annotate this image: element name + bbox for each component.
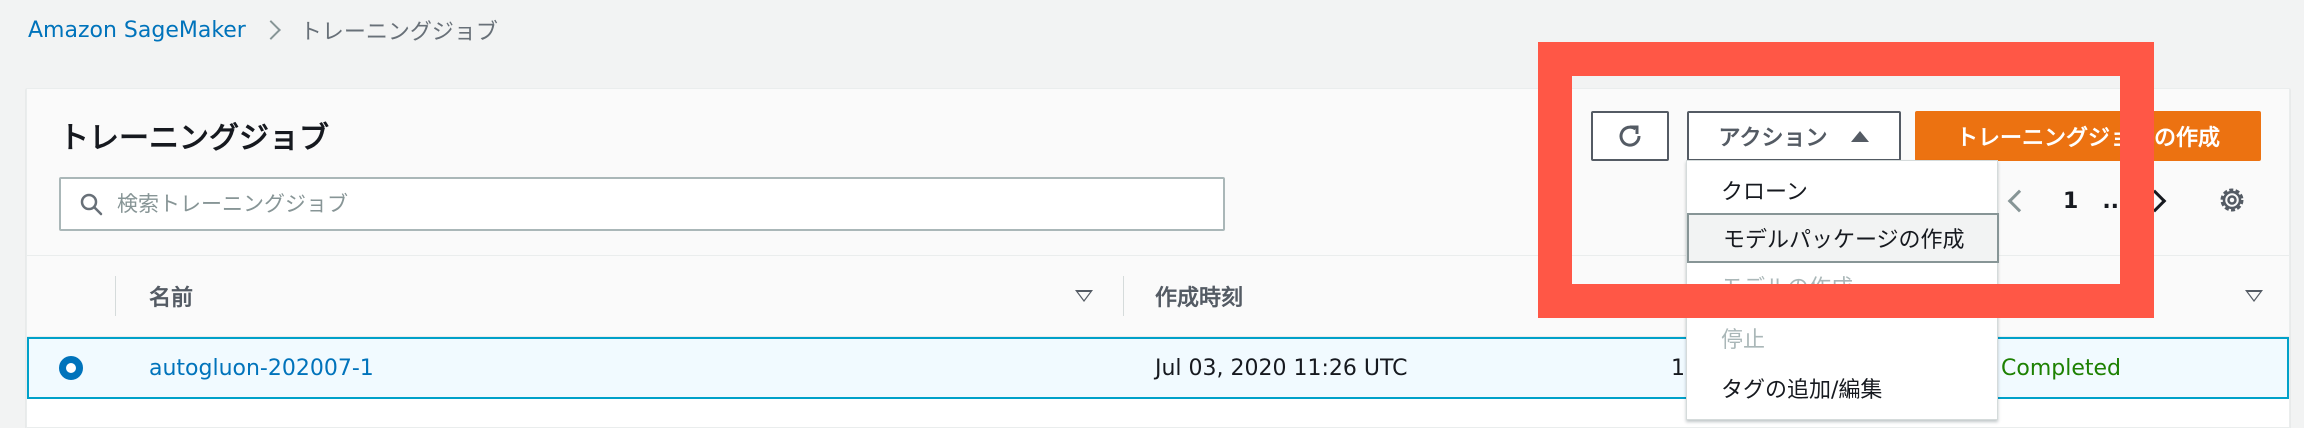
breadcrumb-current: トレーニングジョブ bbox=[299, 20, 498, 45]
page-title: トレーニングジョブ bbox=[59, 121, 329, 156]
radio-selected-icon[interactable] bbox=[59, 356, 83, 380]
gear-icon[interactable] bbox=[2217, 185, 2247, 215]
job-duration: 1 bbox=[1671, 355, 1685, 381]
chevron-right-icon bbox=[260, 20, 281, 40]
menu-item-add-edit-tags[interactable]: タグの追加/編集 bbox=[1687, 363, 1997, 413]
menu-item-stop: 停止 bbox=[1721, 328, 1766, 353]
search-input[interactable] bbox=[117, 192, 1117, 216]
breadcrumb-root-link[interactable]: Amazon SageMaker bbox=[28, 18, 246, 43]
column-header-created[interactable]: 作成時刻 bbox=[1155, 256, 1243, 336]
job-created-time: Jul 03, 2020 11:26 UTC bbox=[1155, 355, 1408, 381]
sort-desc-icon[interactable] bbox=[2245, 290, 2263, 302]
search-icon bbox=[80, 193, 103, 216]
column-divider bbox=[115, 276, 116, 316]
breadcrumb: Amazon SageMaker トレーニングジョブ bbox=[28, 15, 498, 46]
job-status: Completed bbox=[2001, 355, 2121, 381]
sort-desc-icon[interactable] bbox=[1075, 290, 1093, 302]
search-box[interactable] bbox=[59, 177, 1225, 231]
column-divider bbox=[1123, 276, 1124, 316]
job-name-link[interactable]: autogluon-202007-1 bbox=[149, 339, 374, 397]
column-header-name[interactable]: 名前 bbox=[149, 256, 193, 336]
highlight-annotation-box bbox=[1538, 42, 2154, 318]
